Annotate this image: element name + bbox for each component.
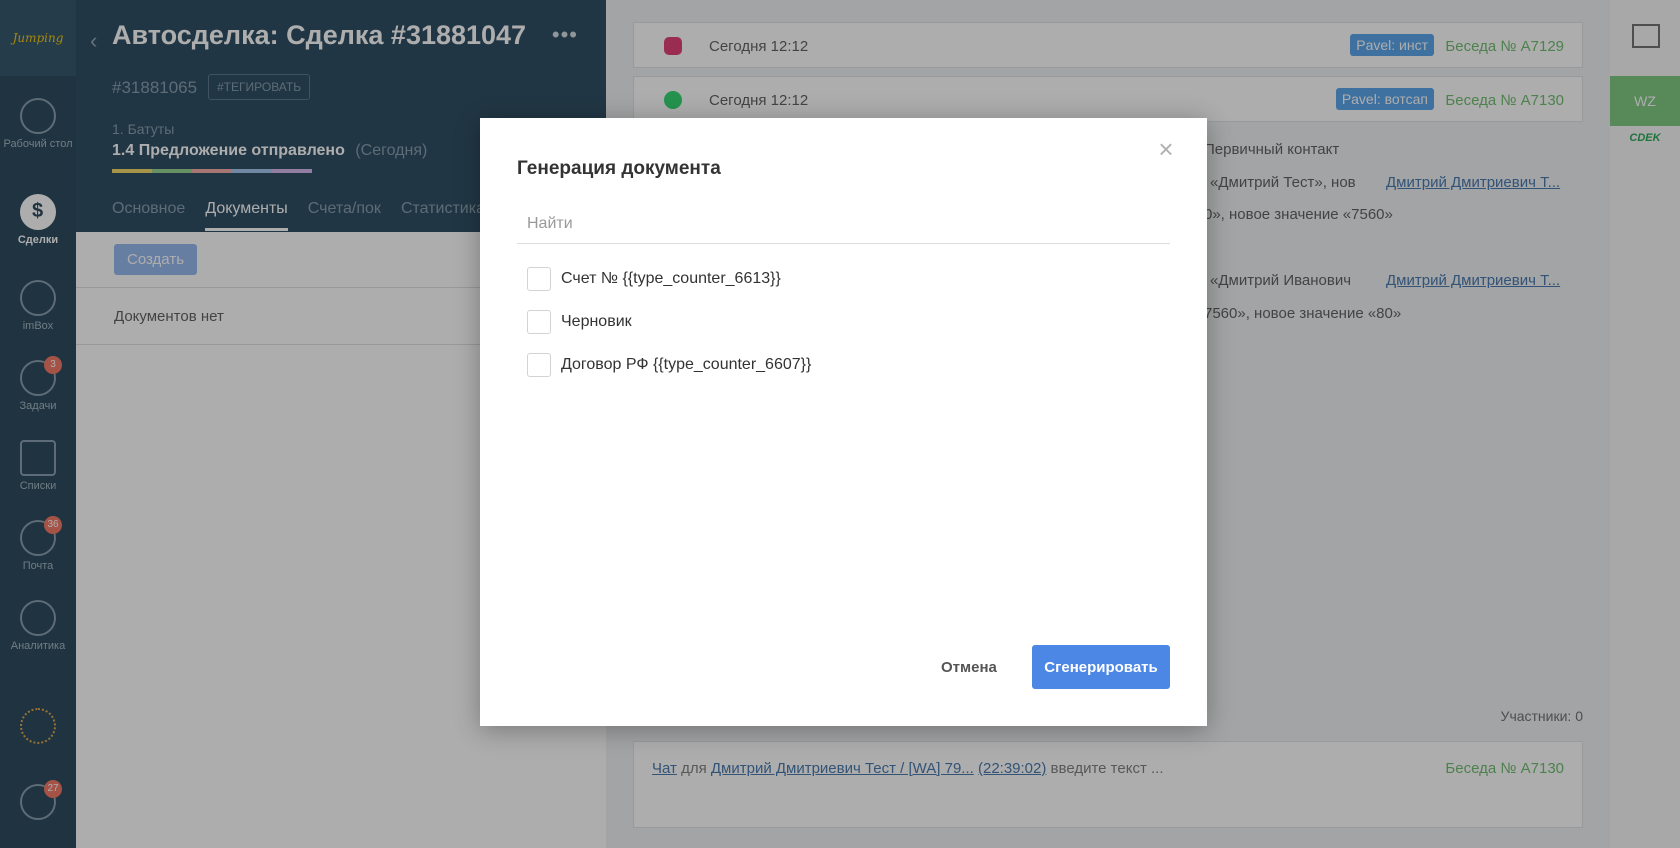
template-label: Договор РФ {{type_counter_6607}} — [561, 356, 812, 373]
modal-title: Генерация документа — [517, 158, 721, 179]
document-generation-modal: × Генерация документа Счет № {{type_coun… — [480, 118, 1207, 726]
template-label: Черновик — [561, 313, 632, 330]
template-option[interactable]: Договор РФ {{type_counter_6607}} — [527, 353, 811, 377]
template-checkbox[interactable] — [527, 310, 551, 334]
template-label: Счет № {{type_counter_6613}} — [561, 270, 781, 287]
template-checkbox[interactable] — [527, 267, 551, 291]
close-icon[interactable]: × — [1155, 136, 1177, 162]
template-option[interactable]: Черновик — [527, 310, 632, 334]
template-option[interactable]: Счет № {{type_counter_6613}} — [527, 267, 781, 291]
search-input[interactable] — [517, 204, 1170, 244]
template-checkbox[interactable] — [527, 353, 551, 377]
cancel-button[interactable]: Отмена — [933, 647, 1005, 688]
generate-button[interactable]: Сгенерировать — [1032, 645, 1170, 689]
